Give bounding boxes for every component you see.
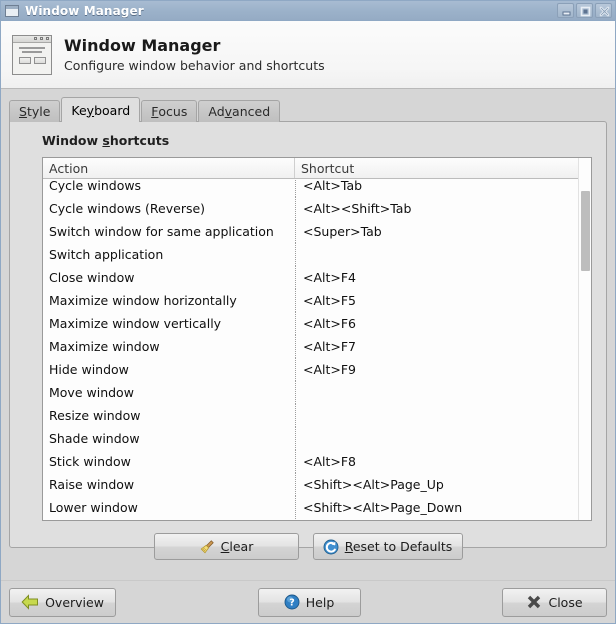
svg-text:?: ?	[289, 598, 295, 609]
cell-action: Stick window	[49, 454, 131, 469]
cell-action: Resize window	[49, 408, 141, 423]
refresh-icon	[323, 539, 339, 554]
tab-advanced[interactable]: Ad v anced	[198, 100, 281, 122]
page-subtitle: Configure window behavior and shortcuts	[64, 57, 325, 73]
help-button-label: Help	[305, 594, 335, 610]
table-rows: Cycle windows <Alt>Tab Cycle windows (Reve…	[43, 179, 578, 519]
table-row[interactable]: Maximize window <Alt>F7	[43, 335, 578, 358]
table-row[interactable]: Move window	[43, 381, 578, 404]
table-row[interactable]: Cycle windows (Reverse) <Alt><Shift>Tab	[43, 197, 578, 220]
vertical-scrollbar[interactable]	[578, 158, 591, 520]
cell-action: Maximize window vertically	[49, 316, 222, 331]
shortcut-table[interactable]: Action Shortcut Cycle windows <Alt>Tab Cyc…	[42, 157, 592, 521]
cell-action: Switch application	[49, 247, 164, 262]
minimize-icon	[562, 11, 571, 16]
table-row[interactable]: Shade window	[43, 427, 578, 450]
help-button[interactable]: ? Help	[257, 587, 361, 617]
titlebar[interactable]: Window Manager	[1, 1, 615, 21]
cell-shortcut: <Super>Tab	[295, 220, 578, 243]
cell-action: Maximize window horizontally	[49, 293, 237, 308]
tab-focus[interactable]: Focus	[141, 100, 198, 122]
help-circle-icon: ?	[284, 594, 300, 610]
dialog-window-icon	[12, 34, 52, 75]
table-row[interactable]: Raise window <Shift><Alt>Page_Up	[43, 473, 578, 496]
tab-keyboard[interactable]: Ke y board	[61, 97, 141, 122]
close-dialog-button[interactable]: Close	[502, 587, 607, 617]
close-button[interactable]	[595, 3, 612, 18]
window-manager-dialog: Window Manager Window Manager Configure …	[0, 0, 616, 624]
cell-shortcut	[295, 243, 578, 266]
overview-button-label: Overview	[45, 594, 104, 610]
table-row[interactable]: Stick window <Alt>F8	[43, 450, 578, 473]
cell-shortcut: <Shift><Alt>Page_Up	[295, 473, 578, 496]
shortcut-actions: Clear Reset to Defaults	[24, 533, 592, 560]
cell-action: Cycle windows	[49, 179, 142, 193]
cell-shortcut: <Shift><Alt>Page_Down	[295, 496, 578, 519]
cell-shortcut: <Alt>F4	[295, 266, 578, 289]
overview-button[interactable]: Overview	[9, 587, 116, 617]
tab-panel-keyboard: Window shortcuts Action Shortcut Cycle w…	[9, 121, 607, 560]
reset-button-label: Reset to Defaults	[344, 539, 453, 554]
arrow-left-icon	[21, 594, 39, 610]
cell-action: Shade window	[49, 431, 140, 446]
cell-shortcut: <Alt><Shift>Tab	[295, 197, 578, 220]
cell-action: Close window	[49, 270, 135, 285]
table-row[interactable]: Hide window <Alt>F9	[43, 358, 578, 381]
cell-shortcut: <Alt>F5	[295, 289, 578, 312]
table-header-row: Action Shortcut	[43, 158, 578, 179]
cell-action: Move window	[49, 385, 134, 400]
close-x-icon	[528, 595, 541, 609]
reset-to-defaults-button[interactable]: Reset to Defaults	[312, 533, 463, 560]
cell-shortcut	[295, 427, 578, 450]
header-panel: Window Manager Configure window behavior…	[1, 21, 615, 89]
close-icon	[599, 6, 610, 17]
table-row[interactable]: Maximize window horizontally <Alt>F5	[43, 289, 578, 312]
scrollbar-thumb[interactable]	[581, 191, 590, 271]
cell-shortcut: <Alt>Tab	[295, 179, 578, 197]
cell-action: Switch window for same application	[49, 224, 274, 239]
clear-button[interactable]: Clear	[153, 533, 299, 560]
table-row[interactable]: Resize window	[43, 404, 578, 427]
table-row[interactable]: Lower window <Shift><Alt>Page_Down	[43, 496, 578, 519]
cell-shortcut: <Alt>F8	[295, 450, 578, 473]
cell-action: Lower window	[49, 500, 138, 515]
titlebar-title: Window Manager	[25, 3, 144, 18]
cell-action: Raise window	[49, 477, 135, 492]
table-row[interactable]: Cycle windows <Alt>Tab	[43, 179, 578, 197]
cell-action: Maximize window	[49, 339, 160, 354]
cell-shortcut	[295, 404, 578, 427]
scrollbar-track[interactable]	[579, 179, 591, 520]
minimize-button[interactable]	[557, 3, 574, 18]
cell-shortcut: <Alt>F6	[295, 312, 578, 335]
table-row[interactable]: Switch window for same application <Super…	[43, 220, 578, 243]
cell-action: Cycle windows (Reverse)	[49, 201, 206, 216]
page-title: Window Manager	[64, 35, 221, 55]
table-row[interactable]: Maximize window vertically <Alt>F6	[43, 312, 578, 335]
window-list-icon	[5, 4, 19, 17]
cell-shortcut: <Alt>F9	[295, 358, 578, 381]
bottom-button-bar: Overview ? Help Close	[1, 580, 615, 623]
column-header-action[interactable]: Action	[43, 158, 295, 178]
close-button-label: Close	[548, 594, 583, 610]
table-body: Cycle windows <Alt>Tab Cycle windows (Reve…	[43, 179, 578, 520]
column-header-shortcut[interactable]: Shortcut	[295, 158, 578, 178]
broom-icon	[200, 539, 214, 553]
section-title: Window shortcuts	[42, 133, 170, 148]
cell-shortcut	[295, 381, 578, 404]
clear-button-label: Clear	[220, 539, 254, 554]
maximize-icon	[580, 6, 591, 17]
maximize-button[interactable]	[576, 3, 593, 18]
tab-style[interactable]: Style	[9, 100, 61, 122]
cell-shortcut: <Alt>F7	[295, 335, 578, 358]
tab-bar: Style Ke y board Focus Ad v anced	[9, 97, 615, 122]
cell-action: Hide window	[49, 362, 129, 377]
table-row[interactable]: Switch application	[43, 243, 578, 266]
table-row[interactable]: Close window <Alt>F4	[43, 266, 578, 289]
